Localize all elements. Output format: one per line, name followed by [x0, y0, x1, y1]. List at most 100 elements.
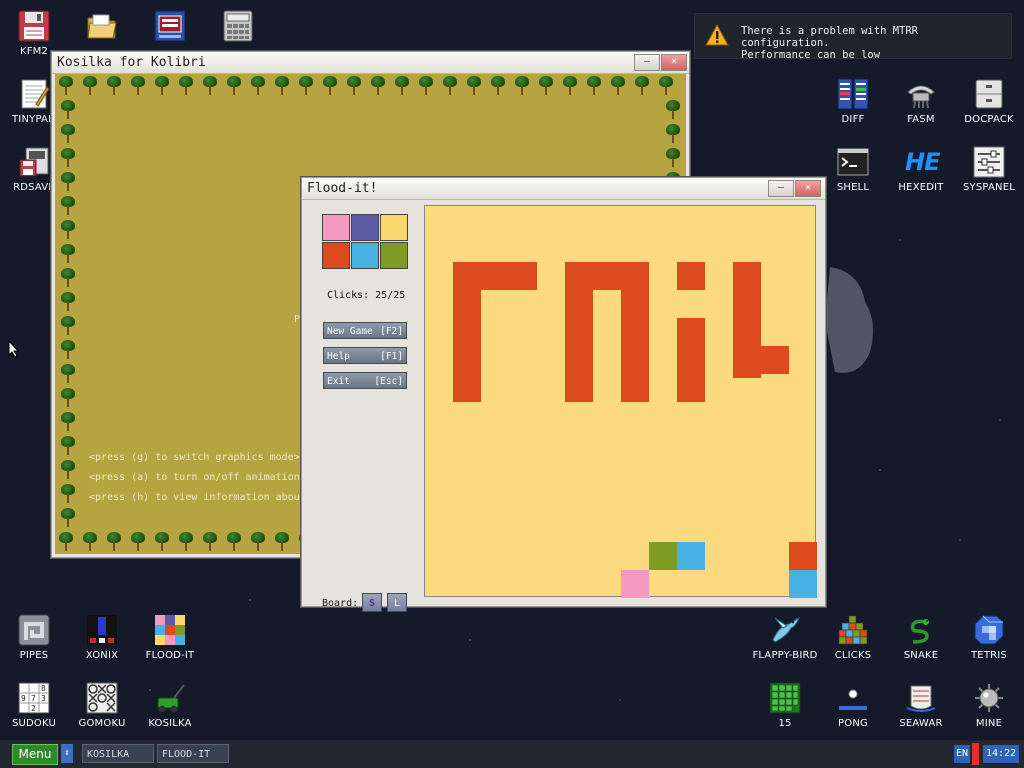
diff-icon [837, 78, 869, 110]
desktop-icon-sudoku[interactable]: 8 9732 SUDOKU [0, 682, 68, 729]
desktop-icon-snake[interactable]: SNAKE [887, 614, 955, 661]
game-board[interactable] [424, 205, 817, 598]
mouse-cursor-icon [8, 340, 20, 358]
task-flood-it[interactable]: FLOOD-IT [157, 744, 229, 763]
icon-label: SHELL [836, 182, 870, 193]
tree-icon [345, 76, 363, 96]
color-swatch[interactable] [380, 214, 408, 241]
desktop-icon-docpack[interactable]: DOCPACK [955, 78, 1023, 125]
desktop-icon-seawar[interactable]: SEAWAR [887, 682, 955, 729]
fifteen-icon [769, 682, 801, 714]
switch-windows-icon[interactable]: ⇕ [61, 744, 73, 763]
desktop-icon-flappy-bird[interactable]: FLAPPY-BIRD [751, 614, 819, 661]
tree-icon [273, 532, 291, 552]
color-swatch[interactable] [351, 242, 379, 269]
tree-icon [369, 76, 387, 96]
tree-icon [225, 532, 243, 552]
desktop-icon-diff[interactable]: DIFF [819, 78, 887, 125]
color-swatch[interactable] [322, 214, 350, 241]
board-large-button[interactable]: L [387, 593, 407, 612]
desktop-icon-mine[interactable]: MINE [955, 682, 1023, 729]
tree-icon [585, 76, 603, 96]
desktop-icon-gomoku[interactable]: GOMOKU [68, 682, 136, 729]
task-kosilka[interactable]: KOSILKA [82, 744, 154, 763]
icon-label: SNAKE [903, 650, 939, 661]
icon-label: DOCPACK [964, 114, 1014, 125]
exit-button[interactable]: Exit [Esc] [323, 372, 407, 389]
tree-icon [201, 532, 219, 552]
desktop-icon-kfm2[interactable]: KFM2 [0, 10, 68, 57]
desktop-icon-kosilka[interactable]: KOSILKA [136, 682, 204, 729]
board-small-button[interactable]: S [362, 593, 382, 612]
icon-label: FLOOD-IT [145, 650, 195, 661]
language-indicator[interactable]: EN [954, 745, 970, 763]
desktop-icon-calculator[interactable] [204, 10, 272, 46]
icon-label: CLICKS [834, 650, 872, 661]
svg-text:9: 9 [21, 694, 26, 703]
minimize-button[interactable]: — [634, 54, 660, 71]
tree-icon [664, 148, 682, 168]
floppy-icon [18, 10, 50, 42]
new-game-button[interactable]: New Game [F2] [323, 322, 407, 339]
icon-label: SYSPANEL [962, 182, 1015, 193]
close-button[interactable]: ✕ [795, 180, 821, 197]
clock[interactable]: 14:22 [983, 745, 1019, 763]
warning-icon [705, 23, 729, 50]
fail-message [453, 262, 789, 402]
color-swatch[interactable] [322, 242, 350, 269]
desktop-icon-pipes[interactable]: PIPES [0, 614, 68, 661]
hint-graphics: <press (g) to switch graphics mode> [89, 452, 300, 463]
tree-icon [59, 244, 77, 264]
tree-icon [609, 76, 627, 96]
seawar-icon [905, 682, 937, 714]
desktop-icon-pong[interactable]: PONG [819, 682, 887, 729]
desktop-icon-hexedit[interactable]: HE HEXEDIT [887, 146, 955, 193]
wallpaper-blob [825, 267, 874, 373]
tree-icon [59, 484, 77, 504]
tree-icon [153, 76, 171, 96]
desktop-icon-syspanel[interactable]: SYSPANEL [955, 146, 1023, 193]
tree-icon [489, 76, 507, 96]
board-size-label: Board: [322, 598, 359, 609]
help-button[interactable]: Help [F1] [323, 347, 407, 364]
tree-icon [59, 100, 77, 120]
desktop-icon-xonix[interactable]: XONIX [68, 614, 136, 661]
flood-it-icon [154, 614, 186, 646]
tree-icon [129, 532, 147, 552]
tree-icon [561, 76, 579, 96]
icon-label: 15 [778, 718, 792, 729]
tree-icon [59, 196, 77, 216]
close-button[interactable]: ✕ [661, 54, 687, 71]
color-swatch[interactable] [351, 214, 379, 241]
tree-icon [321, 76, 339, 96]
desktop-icon-clicks[interactable]: CLICKS [819, 614, 887, 661]
desktop-icon-flood-it[interactable]: FLOOD-IT [136, 614, 204, 661]
icon-label: XONIX [85, 650, 119, 661]
svg-text:2: 2 [31, 704, 36, 713]
tree-icon [59, 340, 77, 360]
tree-icon [81, 532, 99, 552]
tree-icon [177, 76, 195, 96]
window-title: Kosilka for Kolibri [57, 55, 206, 70]
tree-icon [417, 76, 435, 96]
xonix-icon [86, 614, 118, 646]
kosilka-titlebar[interactable]: Kosilka for Kolibri — ✕ [52, 52, 689, 74]
taskbar: Menu ⇕ KOSILKA FLOOD-IT EN 14:22 [0, 740, 1024, 768]
flood-it-titlebar[interactable]: Flood-it! — ✕ [302, 178, 825, 200]
desktop-icon-tetris[interactable]: TETRIS [955, 614, 1023, 661]
desktop-icon-15[interactable]: 15 [751, 682, 819, 729]
tree-icon [81, 76, 99, 96]
desktop-icon-shell[interactable]: SHELL [819, 146, 887, 193]
desktop-icon-folder[interactable] [68, 10, 136, 46]
tree-icon [59, 508, 77, 528]
desktop-icon-display[interactable] [136, 10, 204, 46]
menu-button[interactable]: Menu [12, 744, 58, 765]
notepad-icon [18, 78, 50, 110]
minimize-button[interactable]: — [768, 180, 794, 197]
tree-icon [59, 436, 77, 456]
color-swatch[interactable] [380, 242, 408, 269]
mtrr-notification[interactable]: There is a problem with MTRR configurati… [694, 13, 1012, 61]
tree-icon [177, 532, 195, 552]
desktop-icon-fasm[interactable]: FASM [887, 78, 955, 125]
lawnmower-icon [154, 682, 186, 714]
